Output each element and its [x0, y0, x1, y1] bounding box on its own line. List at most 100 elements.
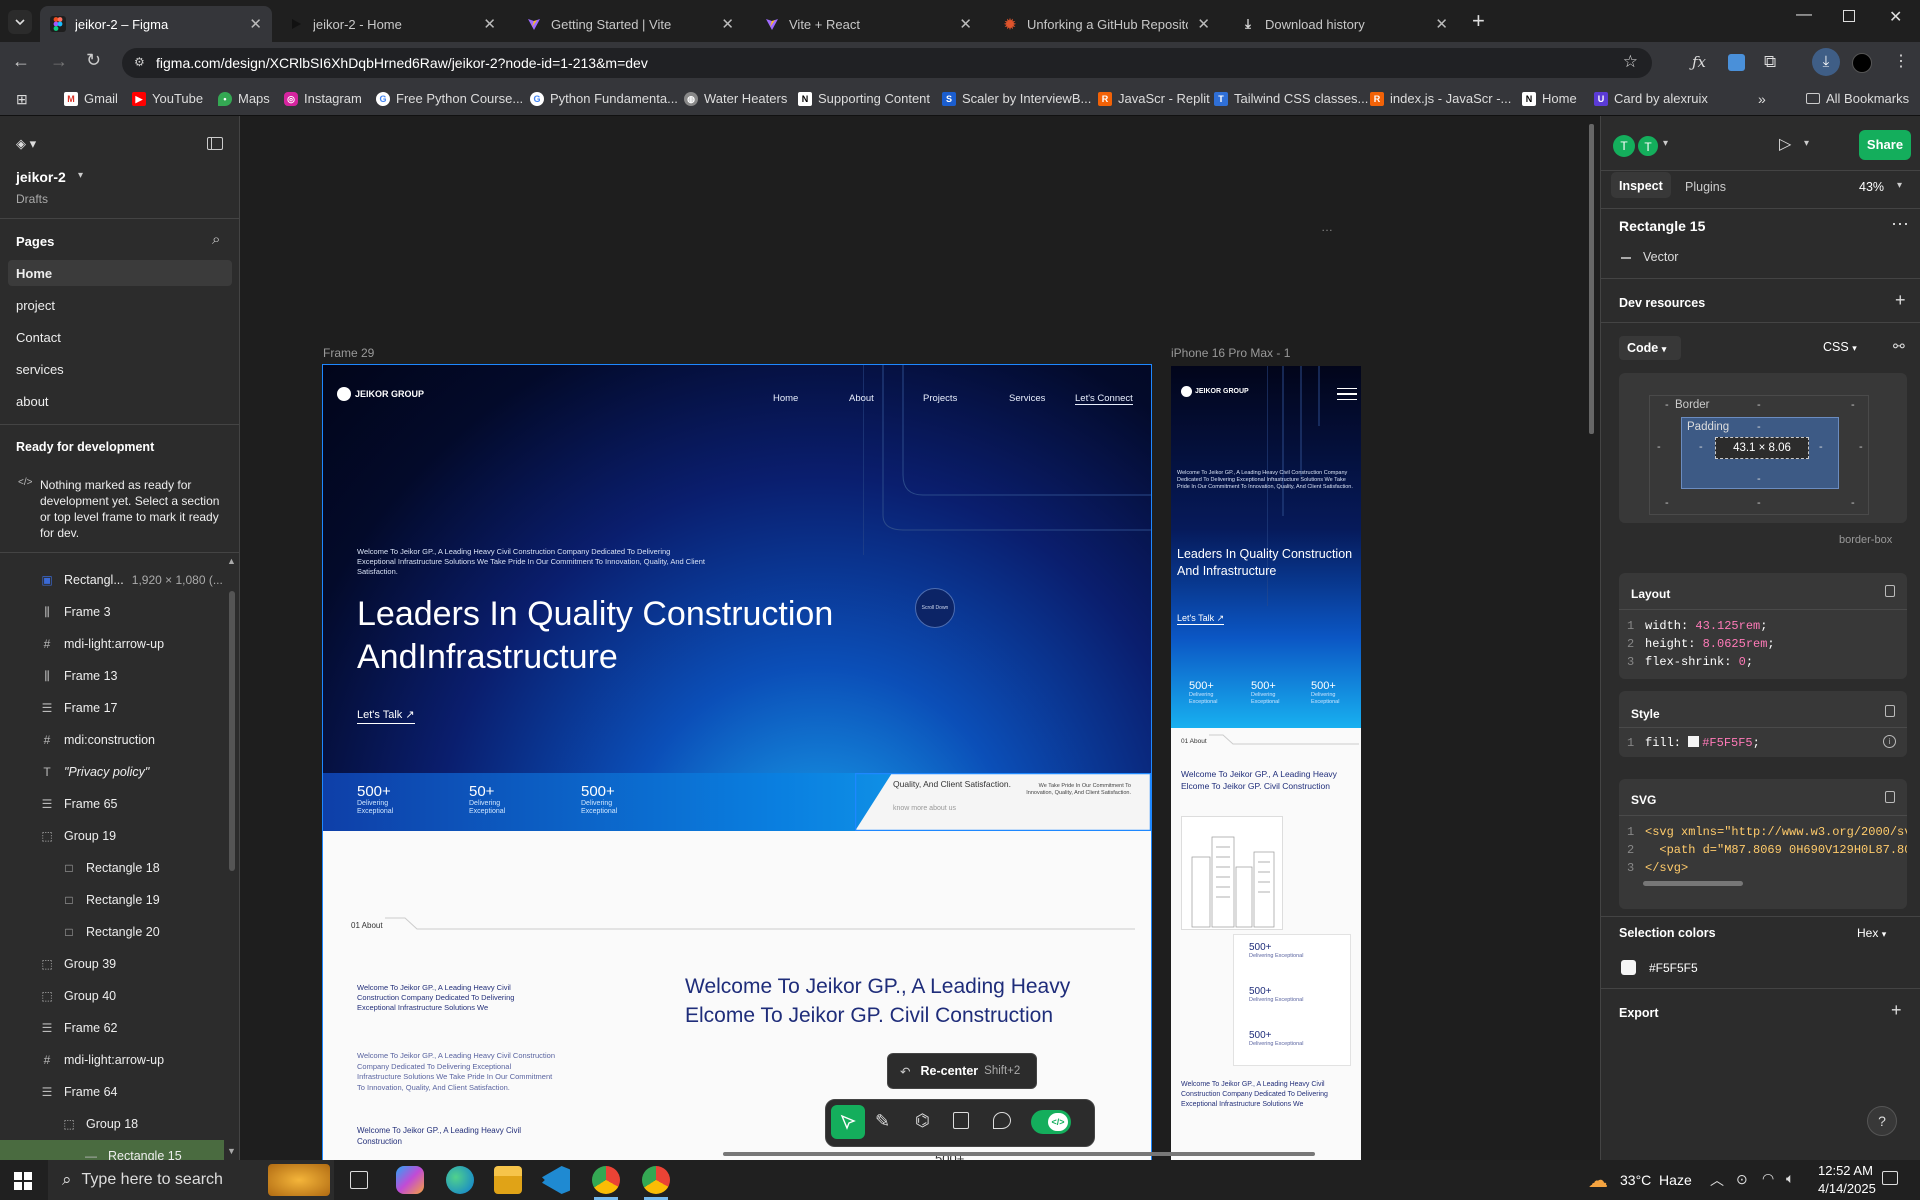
bookmark-item[interactable]: G Python Fundamenta...: [530, 91, 678, 106]
copilot-icon[interactable]: [396, 1166, 424, 1194]
site-nav-connect[interactable]: Let's Connect: [1075, 393, 1133, 405]
tab-inspect[interactable]: Inspect: [1611, 172, 1671, 198]
annotate-tool-button[interactable]: [953, 1112, 969, 1129]
weather-text[interactable]: 33°C Haze: [1620, 1172, 1692, 1188]
windows-start-icon[interactable]: [14, 1172, 32, 1190]
help-button[interactable]: ?: [1867, 1106, 1897, 1136]
present-button[interactable]: ▷: [1779, 134, 1791, 154]
close-icon[interactable]: ✕: [1435, 15, 1448, 33]
chevron-down-icon[interactable]: ▾: [1663, 138, 1668, 149]
chrome-icon[interactable]: [592, 1166, 620, 1194]
meet-icon[interactable]: ⊙: [1736, 1171, 1748, 1188]
close-icon[interactable]: ✕: [483, 15, 496, 33]
frame-label[interactable]: Frame 29: [323, 346, 374, 360]
more-bookmarks-icon[interactable]: »: [1758, 91, 1766, 107]
layer-row[interactable]: ⫼ Frame 3: [0, 596, 232, 628]
scroll-down-circle[interactable]: Scroll Down: [915, 588, 955, 628]
downloads-icon[interactable]: ⤓: [1812, 48, 1840, 76]
desktop-frame[interactable]: JEIKOR GROUP Home About Projects Service…: [322, 364, 1152, 1160]
layer-row[interactable]: ⬚ Group 18: [0, 1108, 232, 1140]
layer-row[interactable]: ⬚ Group 40: [0, 980, 232, 1012]
pen-tool-button[interactable]: ✎: [875, 1111, 890, 1132]
color-value[interactable]: #F5F5F5: [1649, 961, 1698, 975]
layer-row[interactable]: □ Rectangle 19: [0, 884, 232, 916]
layer-row[interactable]: # mdi-light:arrow-up: [0, 1044, 232, 1076]
design-canvas[interactable]: … Frame 29 iPhone 16 Pro Max - 1 JEIKOR …: [241, 116, 1599, 1160]
site-nav-services[interactable]: Services: [1009, 393, 1045, 404]
cta-link[interactable]: Let's Talk ↗: [357, 708, 415, 724]
comment-tool-button[interactable]: [993, 1112, 1011, 1129]
layer-row[interactable]: ⬚ Group 39: [0, 948, 232, 980]
site-nav-home[interactable]: Home: [773, 393, 798, 404]
close-icon[interactable]: ✕: [721, 15, 734, 33]
browser-tab[interactable]: ✹ Unforking a GitHub Repository ✕: [992, 6, 1220, 42]
bookmark-item[interactable]: Rindex.js - JavaScr -...: [1370, 91, 1511, 106]
chevron-down-icon[interactable]: ▾: [1897, 180, 1902, 191]
tab-plugins[interactable]: Plugins: [1685, 180, 1726, 194]
minimize-button[interactable]: —: [1796, 6, 1812, 24]
share-button[interactable]: Share: [1859, 130, 1911, 160]
mobile-cta[interactable]: Let's Talk ↗: [1177, 613, 1225, 625]
chevron-down-icon[interactable]: ▾: [1804, 138, 1809, 149]
site-nav-about[interactable]: About: [849, 393, 874, 404]
apps-icon[interactable]: ⊞: [16, 91, 28, 108]
add-resource-icon[interactable]: +: [1895, 290, 1906, 311]
layer-row[interactable]: ☰ Frame 65: [0, 788, 232, 820]
layer-row[interactable]: ⬚ Group 19: [0, 820, 232, 852]
layer-row[interactable]: □ Rectangle 20: [0, 916, 232, 948]
clock-time[interactable]: 12:52 AM: [1818, 1163, 1873, 1178]
chevron-up-icon[interactable]: ︿: [1710, 1170, 1724, 1190]
browser-tab[interactable]: Vite + React ✕: [754, 6, 982, 42]
zoom-level[interactable]: 43%: [1859, 180, 1884, 194]
copy-icon[interactable]: [1885, 705, 1895, 717]
browser-tab[interactable]: ⤓ Download history ✕: [1230, 6, 1458, 42]
recenter-button[interactable]: ↶ Re-center Shift+2: [887, 1053, 1037, 1089]
hamburger-icon[interactable]: [1337, 388, 1357, 400]
bookmark-item[interactable]: ▶ YouTube: [132, 91, 203, 106]
vscode-icon[interactable]: [542, 1166, 570, 1194]
bookmark-item[interactable]: • Maps: [218, 91, 270, 106]
weather-icon[interactable]: ☁: [1588, 1168, 1608, 1193]
site-info-icon[interactable]: ⚙: [134, 55, 145, 69]
avatar[interactable]: T: [1613, 135, 1635, 157]
copy-icon[interactable]: [1885, 585, 1895, 597]
layer-row[interactable]: ⫼ Frame 13: [0, 660, 232, 692]
more-icon[interactable]: ⋯: [1891, 214, 1909, 235]
restore-button[interactable]: [1843, 10, 1855, 22]
color-swatch[interactable]: [1621, 960, 1636, 975]
chevron-down-icon[interactable]: ▾: [78, 170, 83, 181]
layer-row[interactable]: T "Privacy policy": [0, 756, 232, 788]
task-view-icon[interactable]: [350, 1171, 368, 1189]
mobile-frame[interactable]: JEIKOR GROUP Welcome To Jeikor GP., A Le…: [1171, 366, 1361, 1160]
close-icon[interactable]: ✕: [249, 15, 262, 33]
close-icon[interactable]: ✕: [1197, 15, 1210, 33]
vertical-scrollbar[interactable]: [1589, 124, 1594, 434]
horizontal-scrollbar[interactable]: [723, 1152, 1315, 1156]
info-icon[interactable]: i: [1883, 735, 1896, 748]
code-dropdown[interactable]: Code ▾: [1619, 336, 1681, 360]
site-nav-projects[interactable]: Projects: [923, 393, 957, 404]
forward-button[interactable]: →: [50, 51, 68, 72]
new-tab-button[interactable]: +: [1472, 8, 1485, 34]
page-item-label[interactable]: Home: [16, 266, 52, 281]
browser-tab[interactable]: jeikor-2 - Home ✕: [278, 6, 506, 42]
reload-button[interactable]: ↻: [86, 50, 101, 71]
page-item-label[interactable]: Contact: [16, 330, 61, 345]
page-item-label[interactable]: about: [16, 394, 49, 409]
file-name[interactable]: jeikor-2: [16, 169, 66, 185]
bookmark-item[interactable]: N Home: [1522, 91, 1577, 106]
close-icon[interactable]: ✕: [959, 15, 972, 33]
browser-tab[interactable]: Getting Started | Vite ✕: [516, 6, 744, 42]
back-button[interactable]: ←: [12, 51, 30, 72]
code-scrollbar[interactable]: [1643, 881, 1743, 886]
quality-link[interactable]: know more about us: [893, 805, 956, 812]
star-icon[interactable]: ☆: [1623, 52, 1638, 72]
bookmark-item[interactable]: N Supporting Content: [798, 91, 930, 106]
layer-row[interactable]: # mdi-light:arrow-up: [0, 628, 232, 660]
puzzle-icon[interactable]: ⧉: [1764, 52, 1776, 72]
figma-menu-icon[interactable]: ◈ ▾: [16, 136, 36, 152]
layer-row[interactable]: ☰ Frame 17: [0, 692, 232, 724]
copy-icon[interactable]: [1885, 791, 1895, 803]
layer-row[interactable]: ☰ Frame 64: [0, 1076, 232, 1108]
menu-icon[interactable]: ⋮: [1893, 51, 1909, 71]
